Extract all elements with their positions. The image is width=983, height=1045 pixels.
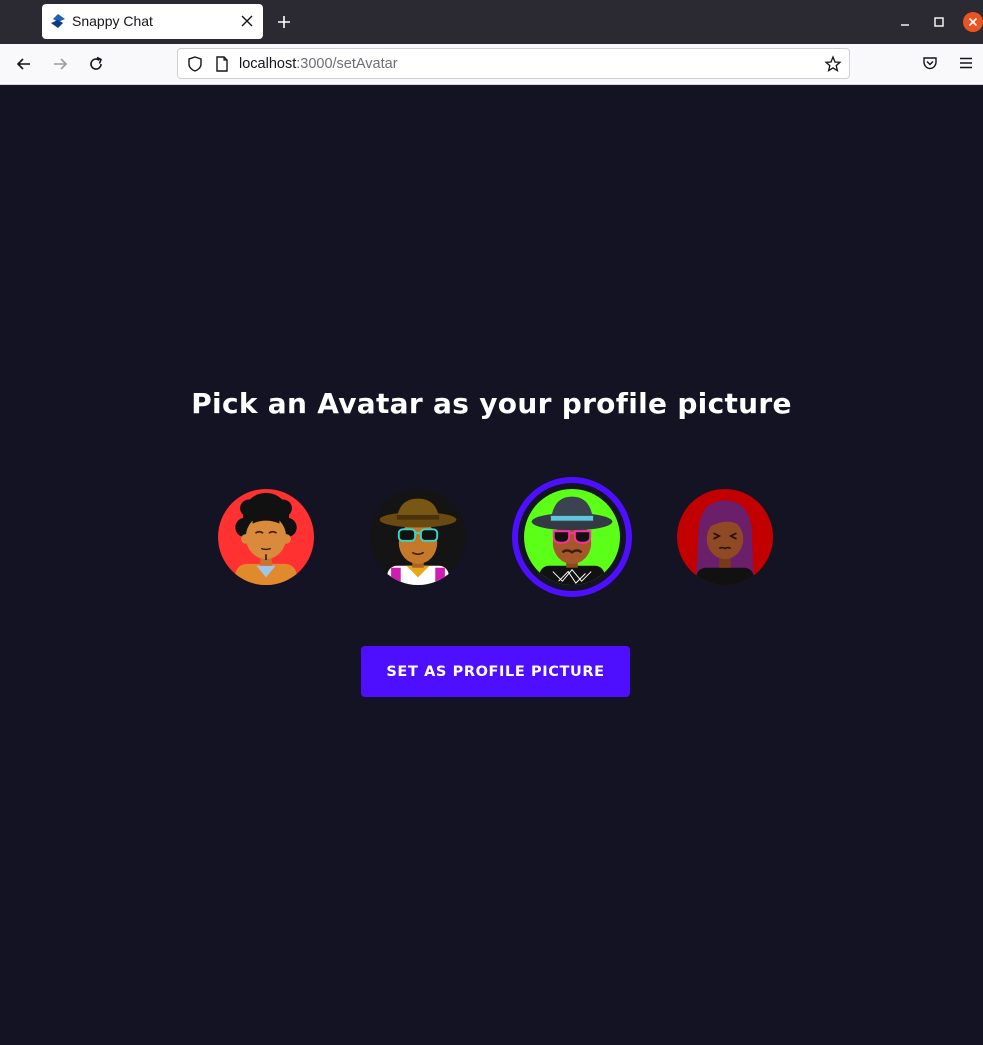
close-icon[interactable]: [240, 14, 254, 28]
page-title: Pick an Avatar as your profile picture: [191, 387, 792, 420]
window-close-button[interactable]: [963, 12, 983, 32]
plus-icon[interactable]: [275, 13, 293, 31]
avatar-option-3-selected[interactable]: [512, 477, 632, 597]
avatar-option-4[interactable]: [665, 477, 785, 597]
url-path: :3000/setAvatar: [296, 56, 398, 72]
address-bar[interactable]: localhost:3000/setAvatar: [177, 48, 850, 79]
browser-tab[interactable]: Snappy Chat: [42, 4, 263, 39]
avatar-long-hair-icon: [677, 489, 773, 585]
avatar-curly-hair-icon: [218, 489, 314, 585]
tab-title: Snappy Chat: [72, 13, 153, 29]
set-profile-picture-button[interactable]: SET AS PROFILE PICTURE: [361, 646, 630, 697]
snappy-logo-icon: [51, 14, 65, 28]
page-icon: [216, 56, 228, 72]
url-host: localhost: [239, 56, 297, 72]
url-text[interactable]: localhost:3000/setAvatar: [239, 56, 398, 72]
pocket-icon[interactable]: [921, 54, 939, 72]
arrow-right-icon[interactable]: [50, 54, 70, 74]
minimize-icon[interactable]: [896, 13, 914, 31]
reload-icon[interactable]: [86, 54, 106, 74]
browser-titlebar: Snappy Chat: [0, 0, 983, 44]
star-icon[interactable]: [824, 55, 842, 73]
avatar-fedora-mustache-icon: [524, 489, 620, 585]
shield-icon[interactable]: [186, 55, 204, 73]
hamburger-menu-icon[interactable]: [957, 54, 975, 72]
arrow-left-icon[interactable]: [14, 54, 34, 74]
avatar-option-2[interactable]: [358, 477, 478, 597]
browser-toolbar: localhost:3000/setAvatar: [0, 44, 983, 85]
avatar-option-1[interactable]: [206, 477, 326, 597]
avatar-hat-sunglasses-icon: [370, 489, 466, 585]
maximize-icon[interactable]: [930, 13, 948, 31]
page-viewport: Pick an Avatar as your profile picture S…: [0, 85, 983, 1045]
window-close-icon: [968, 17, 978, 27]
